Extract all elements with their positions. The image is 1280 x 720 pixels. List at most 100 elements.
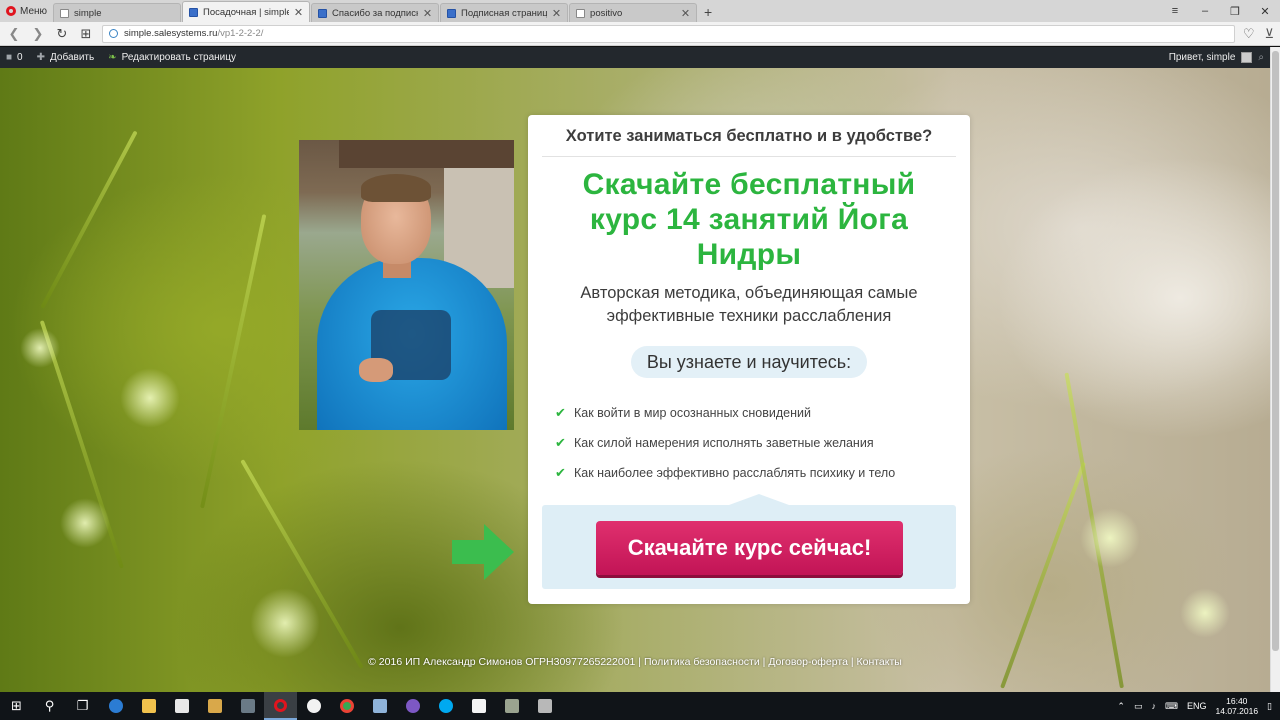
- edge-icon[interactable]: [99, 692, 132, 720]
- bokeh-light: [1080, 508, 1140, 568]
- app-icon[interactable]: [363, 692, 396, 720]
- checkmark-icon: ✔: [555, 465, 566, 480]
- footer-link-privacy[interactable]: Политика безопасности: [644, 656, 760, 668]
- close-tab-icon[interactable]: ✕: [681, 7, 690, 20]
- viber-icon[interactable]: [396, 692, 429, 720]
- url-path: /vp1-2-2-2/: [217, 28, 264, 39]
- checkmark-icon: ✔: [555, 405, 566, 420]
- yandex-browser-icon[interactable]: [297, 692, 330, 720]
- tab-subscribe[interactable]: Подписная страница | sim ✕: [440, 3, 569, 22]
- tab-menu-icon[interactable]: ≡: [1160, 5, 1190, 17]
- url-input[interactable]: simple.salesystems.ru/vp1-2-2-2/: [102, 24, 1235, 43]
- minimize-icon[interactable]: –: [1190, 5, 1220, 17]
- checkmark-icon: ✔: [555, 435, 566, 450]
- skype-icon[interactable]: [429, 692, 462, 720]
- opera-taskbar-icon[interactable]: [264, 692, 297, 720]
- benefit-text: Как наиболее эффективно расслаблять псих…: [574, 466, 896, 480]
- card-kicker: Хотите заниматься бесплатно и в удобстве…: [565, 127, 933, 145]
- footer-link-offer[interactable]: Договор-оферта: [768, 656, 848, 668]
- file-explorer-icon[interactable]: [132, 692, 165, 720]
- wordpress-favicon-icon: [318, 8, 328, 18]
- windows-taskbar: ⊞ ⚲ ❐ ⌃ ▭ ♪ ⌨ ENG 16:40 14.07.2016 ▯: [0, 692, 1280, 720]
- comments-button[interactable]: ■ 0: [6, 52, 23, 63]
- footer-copyright: © 2016 ИП Александр Симонов ОГРН30977265…: [368, 656, 636, 668]
- add-new-button[interactable]: ✚ Добавить: [37, 52, 95, 63]
- clock[interactable]: 16:40 14.07.2016: [1216, 696, 1259, 716]
- footer-link-contacts[interactable]: Контакты: [856, 656, 901, 668]
- task-view-icon[interactable]: ❐: [66, 692, 99, 720]
- app-icon[interactable]: [231, 692, 264, 720]
- grass-blade: [200, 214, 267, 509]
- tab-title: simple: [74, 7, 102, 19]
- download-icon[interactable]: ⊻: [1264, 26, 1274, 42]
- photos-icon[interactable]: [198, 692, 231, 720]
- app-icon[interactable]: [495, 692, 528, 720]
- photo-roof: [339, 140, 514, 168]
- footer-separator: |: [635, 656, 644, 668]
- close-tab-icon[interactable]: ✕: [423, 7, 432, 20]
- page-footer: © 2016 ИП Александр Симонов ОГРН30977265…: [0, 656, 1270, 668]
- benefit-text: Как войти в мир осознанных сновидений: [574, 406, 811, 420]
- divider: [542, 156, 956, 157]
- keyboard-icon[interactable]: ⌨: [1165, 701, 1178, 712]
- bokeh-light: [1180, 588, 1230, 638]
- bokeh-light: [20, 328, 60, 368]
- notepad-icon[interactable]: [462, 692, 495, 720]
- network-icon[interactable]: ▭: [1134, 701, 1143, 712]
- speed-dial-icon[interactable]: ⊞: [78, 26, 94, 42]
- start-icon[interactable]: ⊞: [0, 692, 33, 720]
- bokeh-light: [120, 368, 180, 428]
- user-greeting[interactable]: Привет, simple: [1169, 52, 1236, 63]
- search-icon[interactable]: ⌕: [1258, 52, 1264, 63]
- tab-title: Посадочная | simple: [203, 6, 289, 18]
- language-indicator[interactable]: ENG: [1187, 701, 1207, 711]
- add-label: Добавить: [50, 52, 95, 63]
- app-icon[interactable]: [528, 692, 561, 720]
- url-host: simple.salesystems.ru: [124, 28, 218, 39]
- opera-logo-icon: [6, 6, 16, 16]
- window-controls: ≡ – ❐ ✕: [1160, 0, 1280, 22]
- heart-icon[interactable]: ♡: [1243, 26, 1255, 42]
- store-icon[interactable]: [165, 692, 198, 720]
- wordpress-favicon-icon: [189, 7, 199, 17]
- site-info-icon[interactable]: [109, 29, 118, 38]
- reload-icon[interactable]: ↻: [54, 26, 70, 42]
- browser-tabstrip: Меню simple Посадочная | simple ✕ Спасиб…: [0, 0, 1280, 22]
- close-tab-icon[interactable]: ✕: [294, 6, 303, 19]
- close-window-icon[interactable]: ✕: [1250, 5, 1280, 18]
- maximize-icon[interactable]: ❐: [1220, 5, 1250, 18]
- tab-title: Подписная страница | sim: [461, 7, 547, 19]
- leaf-icon: ❧: [108, 52, 117, 63]
- signup-card: Хотите заниматься бесплатно и в удобстве…: [528, 115, 970, 604]
- search-icon[interactable]: ⚲: [33, 692, 66, 720]
- new-tab-button[interactable]: +: [698, 2, 718, 22]
- back-icon[interactable]: ❮: [6, 26, 22, 42]
- arrow-right-icon: [452, 524, 514, 580]
- tab-landing[interactable]: Посадочная | simple ✕: [182, 1, 311, 22]
- tab-simple[interactable]: simple: [53, 3, 182, 22]
- scrollbar-thumb[interactable]: [1272, 51, 1279, 651]
- chrome-icon[interactable]: [330, 692, 363, 720]
- edit-page-button[interactable]: ❧ Редактировать страницу: [108, 52, 236, 63]
- volume-icon[interactable]: ♪: [1151, 701, 1156, 711]
- edit-label: Редактировать страницу: [121, 52, 236, 63]
- page-scrollbar[interactable]: [1270, 47, 1280, 692]
- list-item: ✔ Как наиболее эффективно расслаблять пс…: [555, 458, 955, 488]
- notifications-icon[interactable]: ▯: [1267, 701, 1272, 712]
- system-tray: ⌃ ▭ ♪ ⌨ ENG 16:40 14.07.2016 ▯: [1117, 696, 1280, 716]
- list-item: ✔ Как войти в мир осознанных сновидений: [555, 398, 955, 428]
- tab-thanks[interactable]: Спасибо за подписку! | si ✕: [311, 3, 440, 22]
- list-item: ✔ Как силой намерения исполнять заветные…: [555, 428, 955, 458]
- benefit-text: Как силой намерения исполнять заветные ж…: [574, 436, 874, 450]
- benefits-heading: Вы узнаете и научитесь:: [631, 346, 867, 378]
- browser-menu-button[interactable]: Меню: [0, 0, 53, 22]
- close-tab-icon[interactable]: ✕: [552, 7, 561, 20]
- benefits-list: ✔ Как войти в мир осознанных сновидений …: [555, 398, 955, 488]
- avatar[interactable]: [1241, 52, 1253, 63]
- chevron-up-icon[interactable]: ⌃: [1117, 701, 1125, 712]
- download-course-button[interactable]: Скачайте курс сейчас!: [596, 521, 903, 575]
- wordpress-favicon-icon: [447, 8, 457, 18]
- tab-positivo[interactable]: positivo ✕: [569, 3, 698, 22]
- page-favicon-icon: [576, 8, 586, 18]
- forward-icon[interactable]: ❯: [30, 26, 46, 42]
